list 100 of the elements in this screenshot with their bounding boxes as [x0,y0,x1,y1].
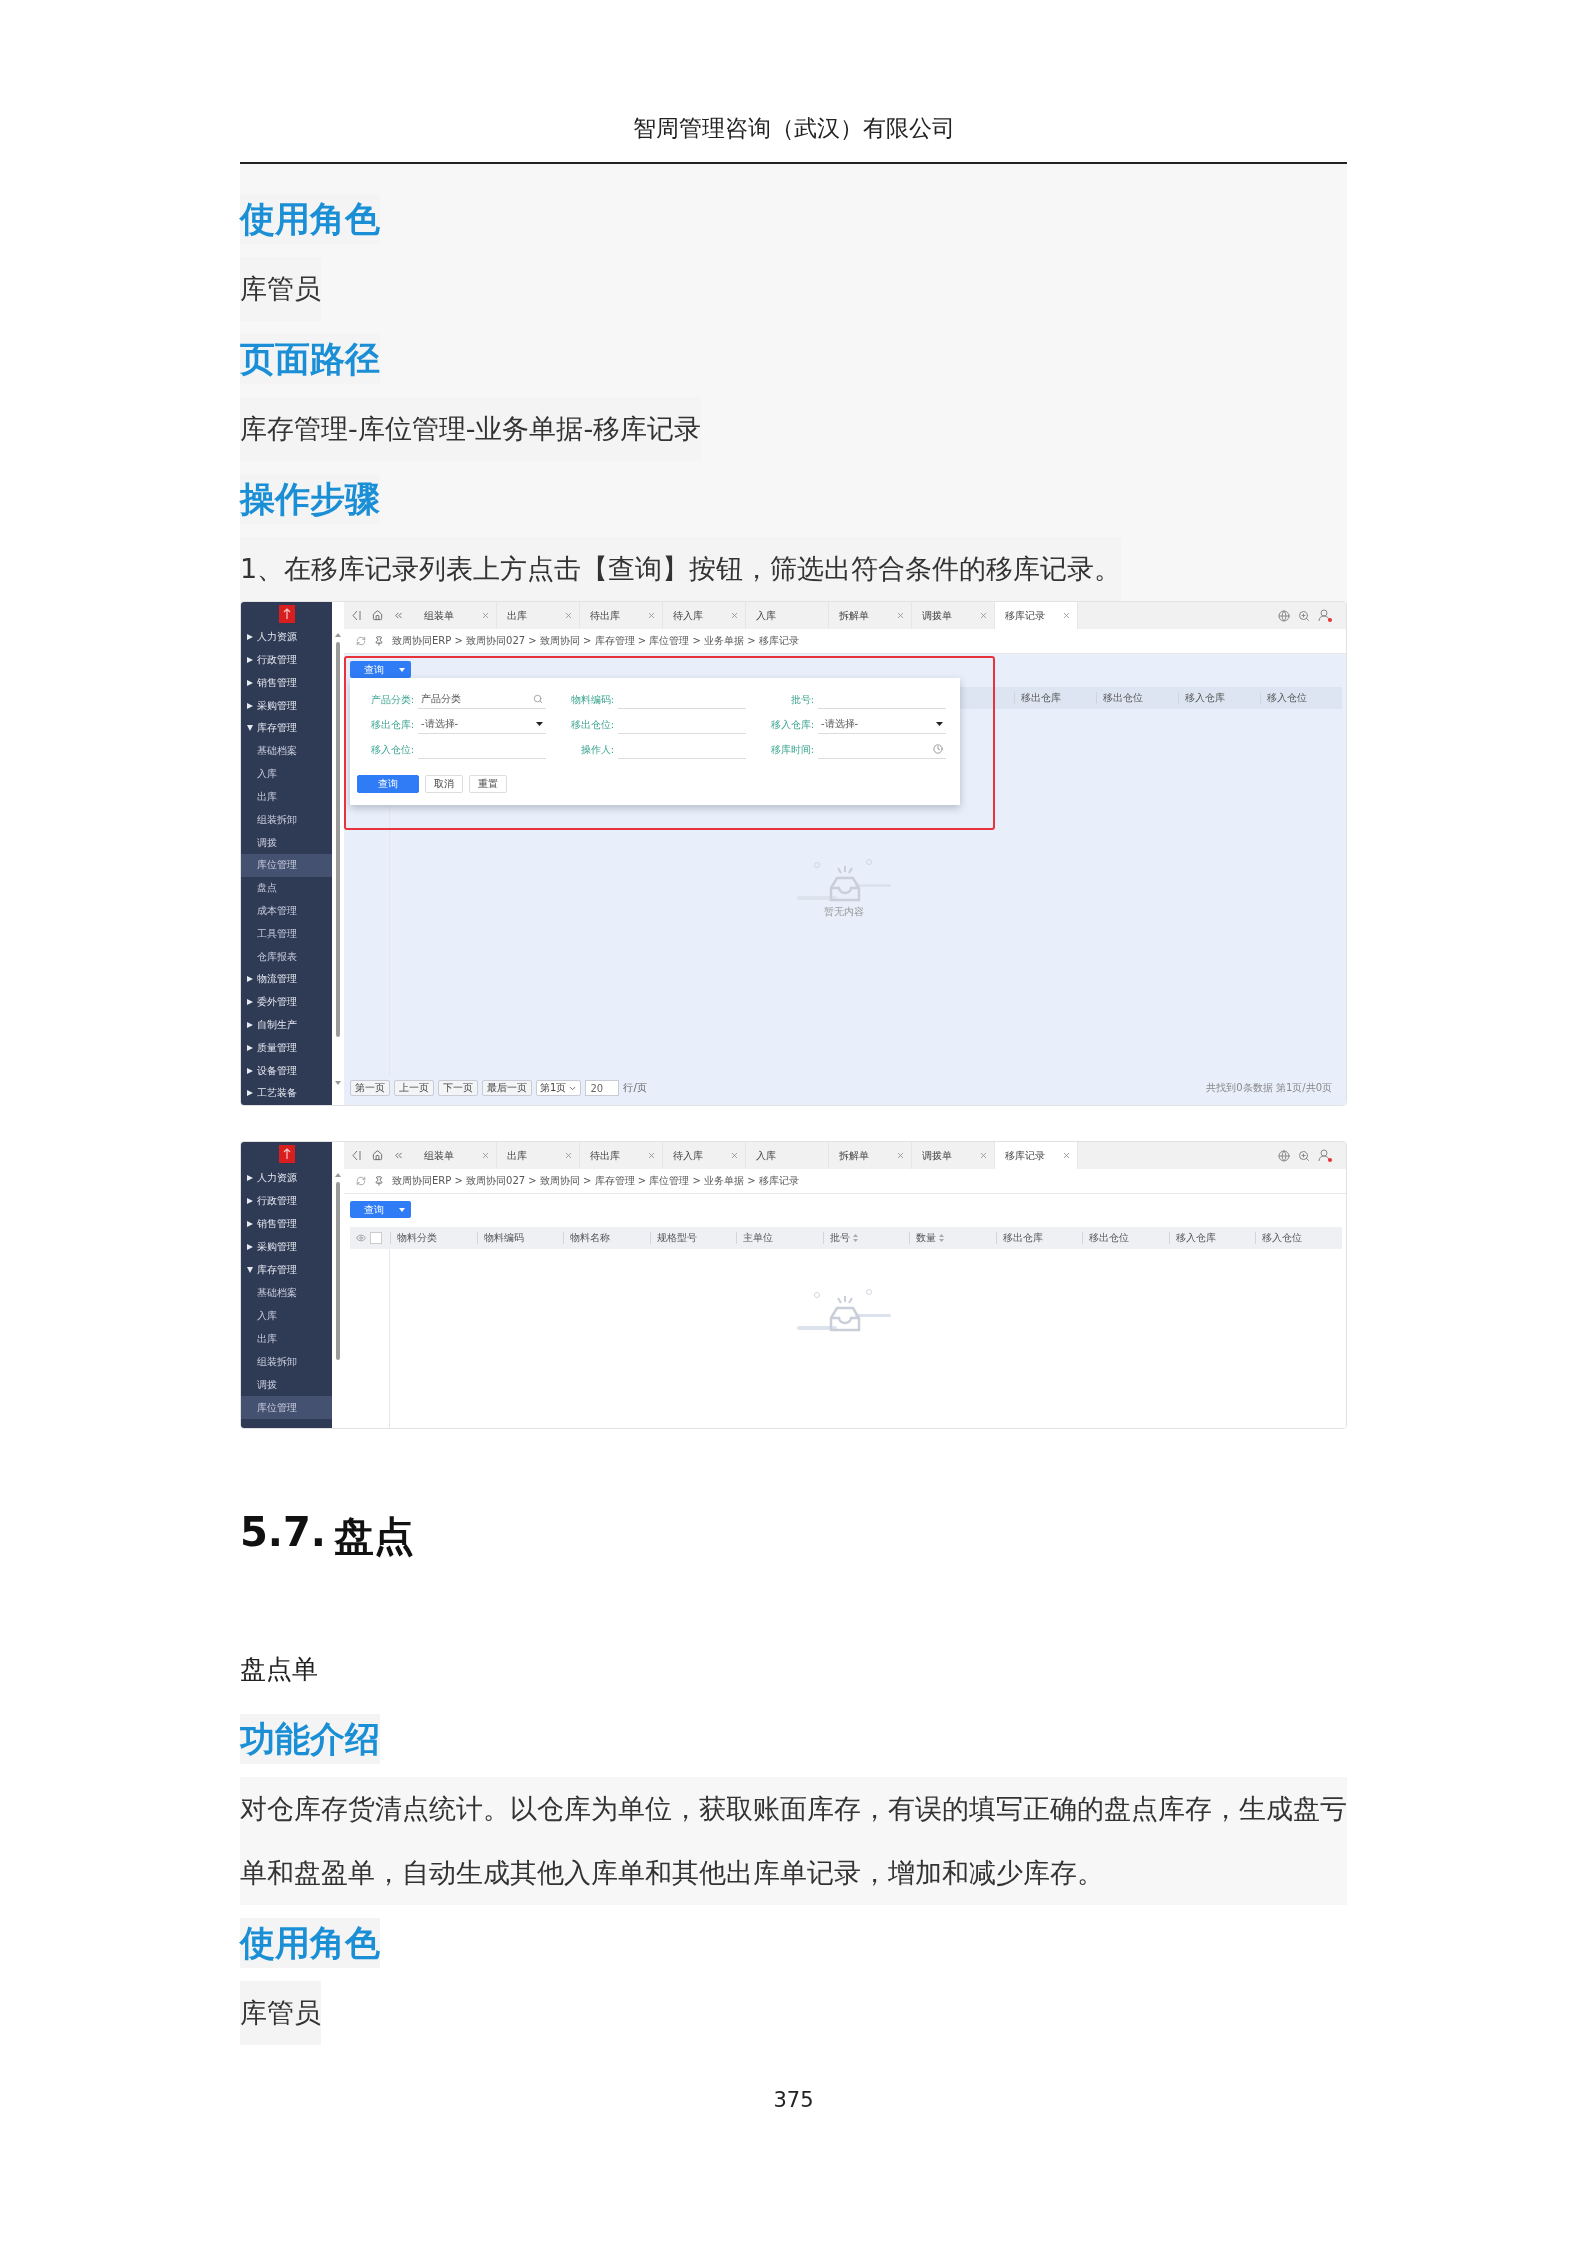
tab[interactable]: 移库记录 [995,602,1078,629]
popup-button[interactable]: 重置 [469,775,507,793]
scroll-left-icon[interactable] [393,1150,404,1161]
sidebar-subitem[interactable]: 基础档案 [241,739,332,763]
column-header: 移入仓库 [1168,1232,1256,1244]
pager-button[interactable]: 最后一页 [482,1080,532,1096]
sidebar-item[interactable]: 人力资源 [241,625,332,649]
select-all-checkbox[interactable] [370,1232,382,1244]
close-icon[interactable] [1062,1151,1071,1160]
sidebar-subitem[interactable]: 盘点 [241,876,332,900]
home-icon[interactable] [372,610,383,621]
picker-field[interactable]: 产品分类 [418,690,546,709]
close-icon[interactable] [481,1151,490,1160]
eye-icon[interactable] [356,1233,366,1243]
sidebar-subitem[interactable]: 组装拆卸 [241,1350,332,1373]
sidebar-subitem[interactable]: 组装拆卸 [241,808,332,832]
collapse-icon[interactable] [352,610,362,621]
sidebar-item[interactable]: 设备管理 [241,1059,332,1083]
sidebar-item[interactable]: 采购管理 [241,1235,332,1258]
sidebar-subitem[interactable]: 仓库报表 [241,945,332,968]
page-select[interactable]: 第1页 [536,1080,582,1096]
close-icon[interactable] [979,611,988,620]
clock-icon [933,744,943,754]
zoom-in-icon[interactable] [1298,1149,1310,1162]
page-size-label: 行/页 [623,1081,647,1095]
collapsed-arrow-icon [247,1197,253,1204]
column-header: 物料分类 [390,1232,477,1244]
collapse-icon[interactable] [352,1150,362,1161]
close-icon[interactable] [730,611,739,620]
sidebar-subitem[interactable]: 入库 [241,762,332,786]
sidebar-subitem[interactable]: 基础档案 [241,1281,332,1304]
close-icon[interactable] [564,611,573,620]
query-button[interactable]: 查询 [350,661,411,678]
user-icon[interactable] [1318,1149,1332,1162]
sidebar-item[interactable]: 自制生产 [241,1013,332,1037]
page-size-input[interactable]: 20 [585,1080,620,1096]
sidebar-subitem[interactable]: 调拨 [241,1373,332,1396]
select-field[interactable]: -请选择- [818,715,946,734]
globe-icon[interactable] [1278,609,1290,622]
collapsed-arrow-icon [247,1174,253,1181]
column-header: 移出仓位 [1096,692,1178,704]
close-icon[interactable] [730,1151,739,1160]
column-header: 数量 [909,1232,996,1244]
close-icon[interactable] [896,611,905,620]
pin-icon[interactable] [374,1176,384,1186]
zoom-in-icon[interactable] [1298,609,1310,622]
dropdown-caret-icon [536,722,543,726]
user-icon[interactable] [1318,609,1332,622]
body-paragraph: 对仓库存货清点统计。以仓库为单位，获取账面库存，有误的填写正确的盘点库存，生成盘亏单和盘盈单，自动生成其他入库单和其他出库单记录，增加和减少库存。 [240,1777,1347,1905]
sidebar-item[interactable]: 销售管理 [241,671,332,695]
sidebar-item[interactable]: 行政管理 [241,648,332,672]
sidebar-item[interactable]: 库存管理 [241,1258,332,1281]
sidebar-subitem[interactable]: 出库 [241,1327,332,1350]
sidebar-item[interactable]: 工艺装备 [241,1082,332,1105]
collapsed-arrow-icon [247,634,253,641]
sidebar-item[interactable]: 库存管理 [241,717,332,740]
sidebar-subitem[interactable]: 调拨 [241,831,332,854]
close-icon[interactable] [647,1151,656,1160]
sidebar-item[interactable]: 物流管理 [241,968,332,991]
sidebar-item[interactable]: 委外管理 [241,990,332,1014]
sidebar-subitem[interactable]: 工具管理 [241,922,332,946]
sidebar-subitem[interactable]: 入库 [241,1304,332,1327]
home-icon[interactable] [372,1150,383,1161]
field-label: 移库时间: [769,742,815,757]
pager-button[interactable]: 下一页 [438,1080,478,1096]
close-icon[interactable] [1062,611,1071,620]
tab[interactable]: 移库记录 [995,1142,1078,1169]
refresh-icon[interactable] [356,1176,366,1186]
sidebar-subitem[interactable]: 出库 [241,785,332,809]
chapter-title: 盘点 [334,1512,415,1561]
close-icon[interactable] [979,1151,988,1160]
select-field[interactable]: -请选择- [418,715,546,734]
sidebar-item[interactable]: 采购管理 [241,694,332,718]
sidebar-item[interactable]: 销售管理 [241,1212,332,1235]
close-icon[interactable] [896,1151,905,1160]
sort-icon[interactable] [939,1234,945,1242]
sidebar-item[interactable]: 人力资源 [241,1166,332,1189]
sidebar-item[interactable]: 行政管理 [241,1189,332,1212]
sort-icon[interactable] [852,1234,858,1242]
pager-button[interactable]: 上一页 [394,1080,434,1096]
sidebar-subitem[interactable]: 库位管理 [241,1396,332,1419]
field-label: 移出仓位: [569,717,615,732]
submit-button[interactable]: 查询 [357,775,419,793]
popup-button[interactable]: 取消 [425,775,463,793]
sidebar-subitem[interactable]: 库位管理 [241,853,332,877]
refresh-icon[interactable] [356,636,366,646]
field-label: 产品分类: [369,692,415,707]
column-header: 主单位 [736,1232,823,1244]
globe-icon[interactable] [1278,1149,1290,1162]
close-icon[interactable] [564,1151,573,1160]
scroll-left-icon[interactable] [393,610,404,621]
sidebar-subitem[interactable]: 成本管理 [241,899,332,923]
pin-icon[interactable] [374,636,384,646]
column-header: 物料编码 [476,1232,564,1244]
field-label: 移出仓库: [369,717,415,732]
query-button[interactable]: 查询 [350,1201,411,1218]
close-icon[interactable] [481,611,490,620]
sidebar-item[interactable]: 质量管理 [241,1036,332,1060]
pager-button[interactable]: 第一页 [350,1080,390,1096]
close-icon[interactable] [647,611,656,620]
